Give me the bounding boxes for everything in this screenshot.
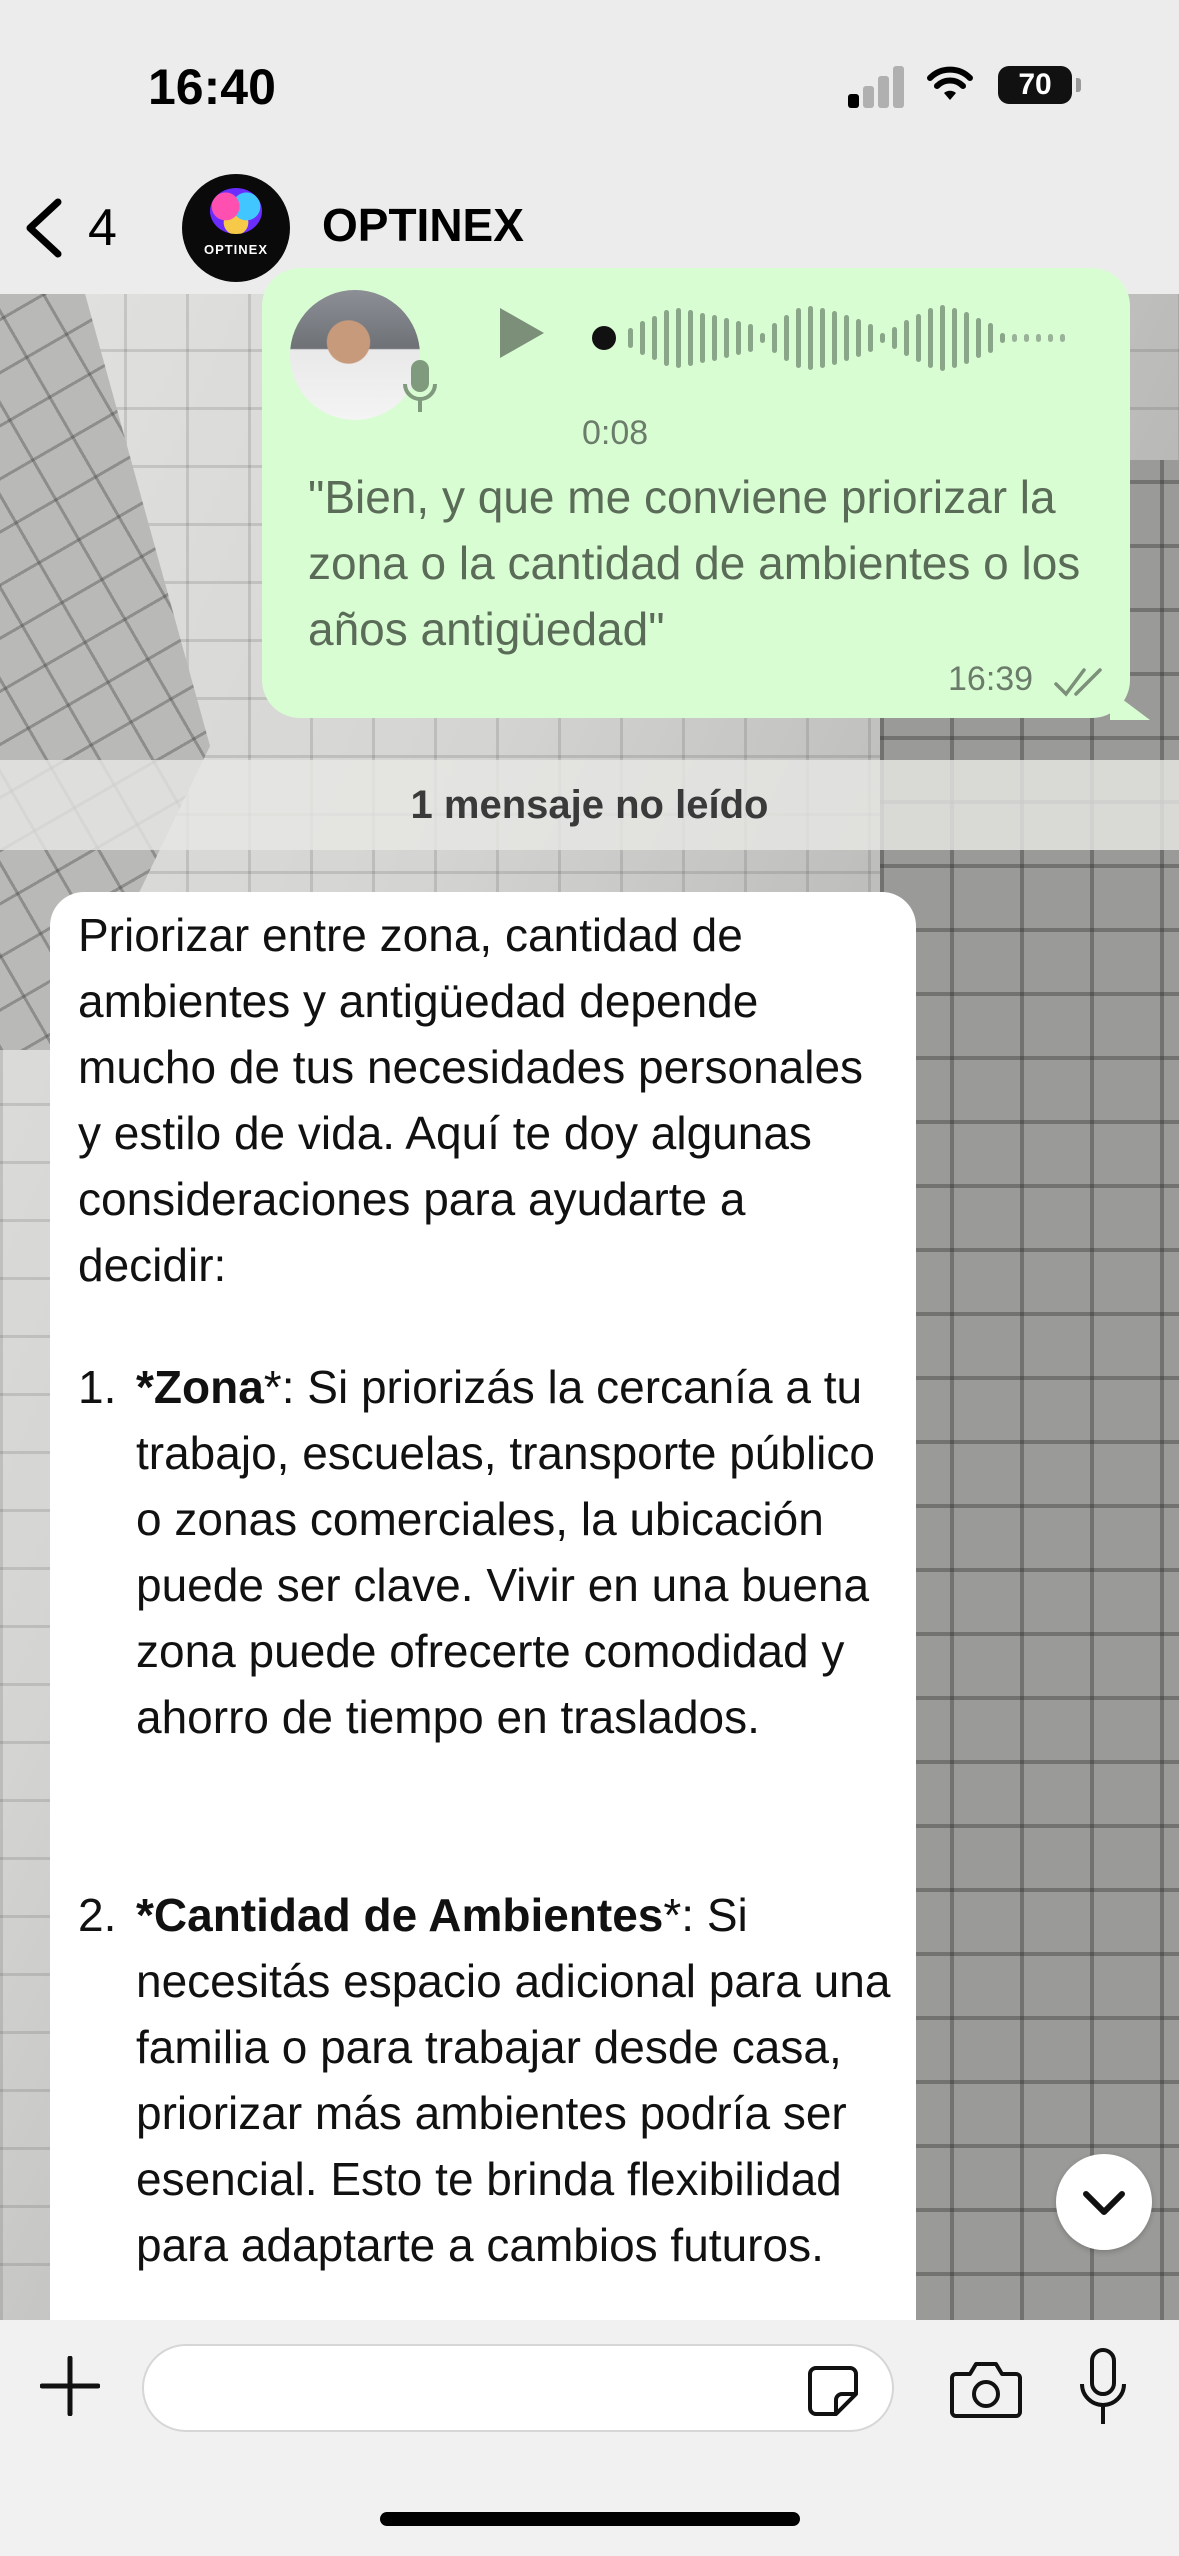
waveform-bar xyxy=(904,320,909,356)
list-item-text: : Si necesitás espacio adicional para un… xyxy=(136,1889,891,2271)
home-indicator xyxy=(380,2512,800,2526)
list-item: 1. *Zona*: Si priorizás la cercanía a tu… xyxy=(78,1354,888,1754)
waveform-bar xyxy=(664,310,669,366)
audio-waveform[interactable] xyxy=(592,298,1082,378)
incoming-message-bubble[interactable]: Priorizar entre zona, cantidad de ambien… xyxy=(50,892,916,2372)
waveform-bar xyxy=(628,328,633,348)
list-item-heading: Zona xyxy=(153,1361,264,1413)
message-input[interactable] xyxy=(142,2344,894,2432)
list-item-heading: Cantidad de Ambientes xyxy=(153,1889,664,1941)
brain-logo-icon xyxy=(210,188,262,234)
playhead-dot xyxy=(592,326,616,350)
waveform-bar xyxy=(640,321,645,355)
waveform-bar xyxy=(832,311,837,365)
list-item-suffix: * xyxy=(263,1361,282,1413)
unread-separator: 1 mensaje no leído xyxy=(0,760,1179,850)
waveform-bar xyxy=(1000,333,1005,343)
camera-icon[interactable] xyxy=(950,2358,1022,2420)
plus-icon[interactable] xyxy=(40,2356,100,2416)
signal-icon xyxy=(848,64,906,108)
battery-indicator: 70 xyxy=(998,66,1072,104)
wallpaper-building-right xyxy=(880,460,1179,2340)
voice-transcript: "Bien, y que me conviene priorizar la zo… xyxy=(308,471,1081,655)
waveform-bar xyxy=(1036,334,1041,342)
waveform-bar xyxy=(916,314,921,362)
status-bar: 16:40 70 xyxy=(0,0,1179,160)
double-check-icon xyxy=(1054,668,1102,697)
waveform-bar xyxy=(964,312,969,364)
waveform-bar xyxy=(772,323,777,353)
waveform-bar xyxy=(976,318,981,358)
waveform-bar xyxy=(940,305,945,371)
back-chevron-icon[interactable] xyxy=(20,196,68,260)
waveform-bar xyxy=(736,321,741,355)
waveform-bar xyxy=(988,323,993,353)
waveform-bar xyxy=(880,333,885,343)
waveform-bar xyxy=(724,318,729,358)
waveform-bar xyxy=(820,308,825,368)
list-item-prefix: * xyxy=(136,1889,154,1941)
waveform-bar xyxy=(748,324,753,352)
list-item-body: *Zona*: Si priorizás la cercanía a tu tr… xyxy=(136,1354,896,1750)
list-item-suffix: * xyxy=(663,1889,682,1941)
play-icon[interactable] xyxy=(496,304,548,362)
message-intro: Priorizar entre zona, cantidad de ambien… xyxy=(78,909,864,1291)
list-item-text: : Si priorizás la cercanía a tu trabajo,… xyxy=(136,1361,875,1743)
waveform-bar xyxy=(796,308,801,368)
list-item-number: 2. xyxy=(78,1889,117,1941)
status-time: 16:40 xyxy=(148,59,276,115)
waveform-bar xyxy=(676,308,681,368)
voice-duration: 0:08 xyxy=(582,414,649,452)
waveform-bar xyxy=(700,313,705,363)
message-time: 16:39 xyxy=(948,660,1034,698)
sticker-icon[interactable] xyxy=(806,2364,860,2418)
waveform-bar xyxy=(688,310,693,366)
waveform-bar xyxy=(892,327,897,349)
waveform-bar xyxy=(1024,334,1029,342)
waveform-bar xyxy=(652,316,657,360)
contact-avatar[interactable]: OPTINEX xyxy=(182,174,290,282)
list-item-number: 1. xyxy=(78,1361,117,1413)
waveform-bar xyxy=(856,319,861,357)
back-unread-count[interactable]: 4 xyxy=(88,198,117,258)
waveform-bar xyxy=(928,308,933,368)
chat-title[interactable]: OPTINEX xyxy=(322,198,524,252)
waveform-bar xyxy=(1048,334,1053,342)
waveform-bar xyxy=(1012,334,1017,342)
sender-avatar xyxy=(290,290,420,420)
avatar-logo-text: OPTINEX xyxy=(203,242,269,257)
waveform-bar xyxy=(760,333,765,343)
wifi-icon xyxy=(927,66,973,100)
waveform-bar xyxy=(952,308,957,368)
waveform-bar xyxy=(1060,334,1065,342)
unread-label: 1 mensaje no leído xyxy=(410,783,769,827)
waveform-bar xyxy=(712,315,717,361)
list-item-body: *Cantidad de Ambientes*: Si necesitás es… xyxy=(136,1882,896,2278)
battery-tip xyxy=(1076,78,1081,92)
waveform-bar xyxy=(868,324,873,352)
microphone-icon[interactable] xyxy=(1078,2348,1128,2428)
list-item: 2. *Cantidad de Ambientes*: Si necesitás… xyxy=(78,1882,890,2372)
waveform-bar xyxy=(808,306,813,370)
voice-message-bubble[interactable]: 0:08 "Bien, y que me conviene priorizar … xyxy=(262,268,1130,718)
waveform-bar xyxy=(784,315,789,361)
list-item-prefix: * xyxy=(136,1361,154,1413)
chevron-down-icon xyxy=(1083,2191,1125,2215)
waveform-bar xyxy=(844,315,849,361)
microphone-icon xyxy=(403,360,437,412)
scroll-to-bottom-button[interactable] xyxy=(1056,2154,1152,2250)
